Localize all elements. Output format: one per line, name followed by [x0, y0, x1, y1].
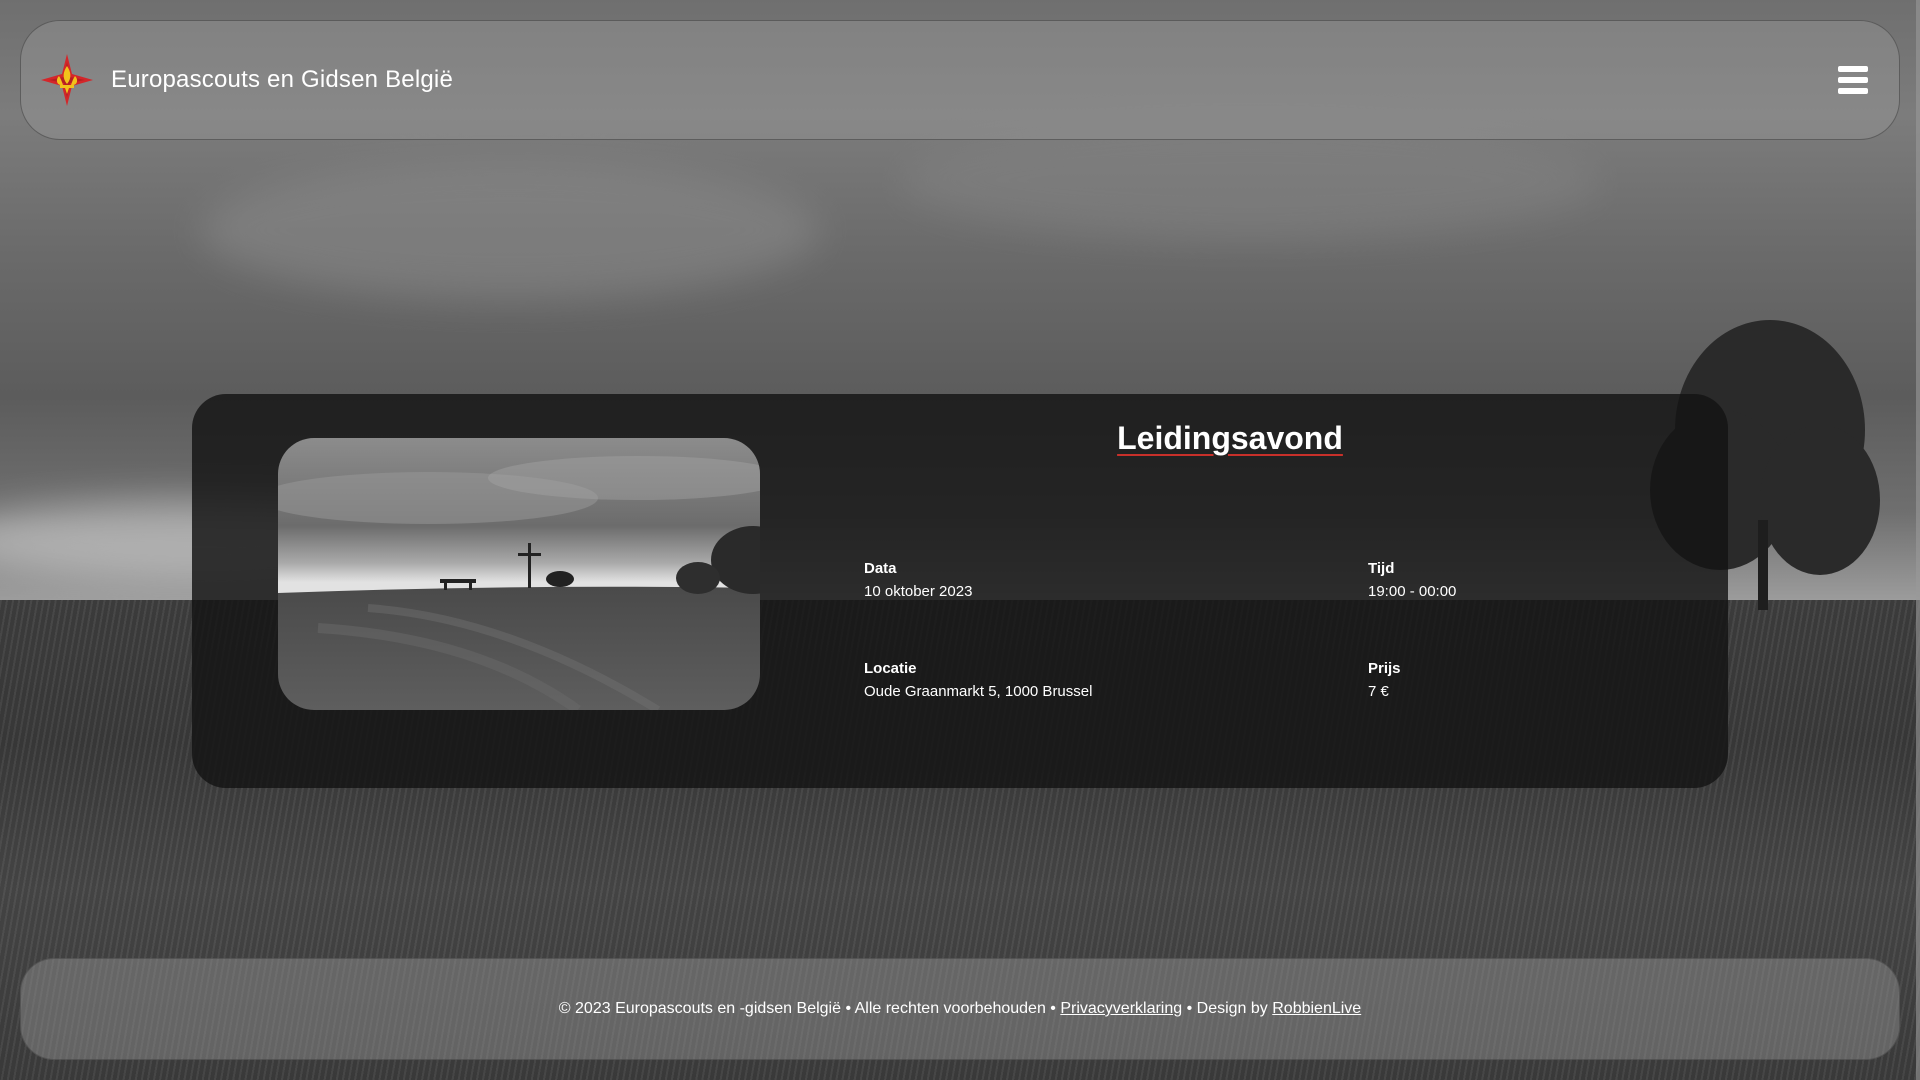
price-value: 7 € — [1368, 683, 1389, 700]
site-header: Europascouts en Gidsen België — [20, 20, 1900, 140]
event-card: Leidingsavond Data 10 oktober 2023 Tijd … — [192, 394, 1728, 788]
menu-bar — [1838, 77, 1868, 83]
hamburger-menu-icon[interactable] — [1835, 62, 1871, 98]
privacy-link[interactable]: Privacyverklaring — [1060, 1000, 1182, 1018]
footer-copyright: © 2023 Europascouts en -gidsen België • … — [558, 1000, 1061, 1017]
scrollbar[interactable] — [1916, 0, 1920, 1080]
location-label: Locatie — [864, 660, 917, 677]
site-footer: © 2023 Europascouts en -gidsen België • … — [20, 958, 1900, 1060]
event-time-field: Tijd 19:00 - 00:00 — [1368, 560, 1456, 600]
scout-fleur-de-lis-logo — [41, 54, 93, 106]
event-location-field: Locatie Oude Graanmarkt 5, 1000 Brussel — [864, 660, 1092, 700]
event-title-text: Leidingsavond — [1117, 420, 1343, 456]
event-title: Leidingsavond — [732, 420, 1728, 457]
price-label: Prijs — [1368, 660, 1401, 677]
event-price-field: Prijs 7 € — [1368, 660, 1401, 700]
location-value: Oude Graanmarkt 5, 1000 Brussel — [864, 683, 1093, 700]
date-label: Data — [864, 560, 897, 577]
hilltop-cross-photo — [278, 438, 760, 710]
time-label: Tijd — [1368, 560, 1395, 577]
footer-design-prefix: • Design by — [1182, 1000, 1273, 1017]
menu-bar — [1838, 66, 1868, 72]
brand-home-link[interactable]: Europascouts en Gidsen België — [39, 52, 453, 108]
menu-bar — [1838, 88, 1868, 94]
background-cloud — [200, 160, 820, 300]
designer-link[interactable]: RobbienLive — [1272, 1000, 1361, 1018]
event-date-field: Data 10 oktober 2023 — [864, 560, 972, 600]
site-title[interactable]: Europascouts en Gidsen België — [111, 66, 453, 94]
time-value: 19:00 - 00:00 — [1368, 583, 1457, 600]
date-value: 10 oktober 2023 — [864, 583, 973, 600]
